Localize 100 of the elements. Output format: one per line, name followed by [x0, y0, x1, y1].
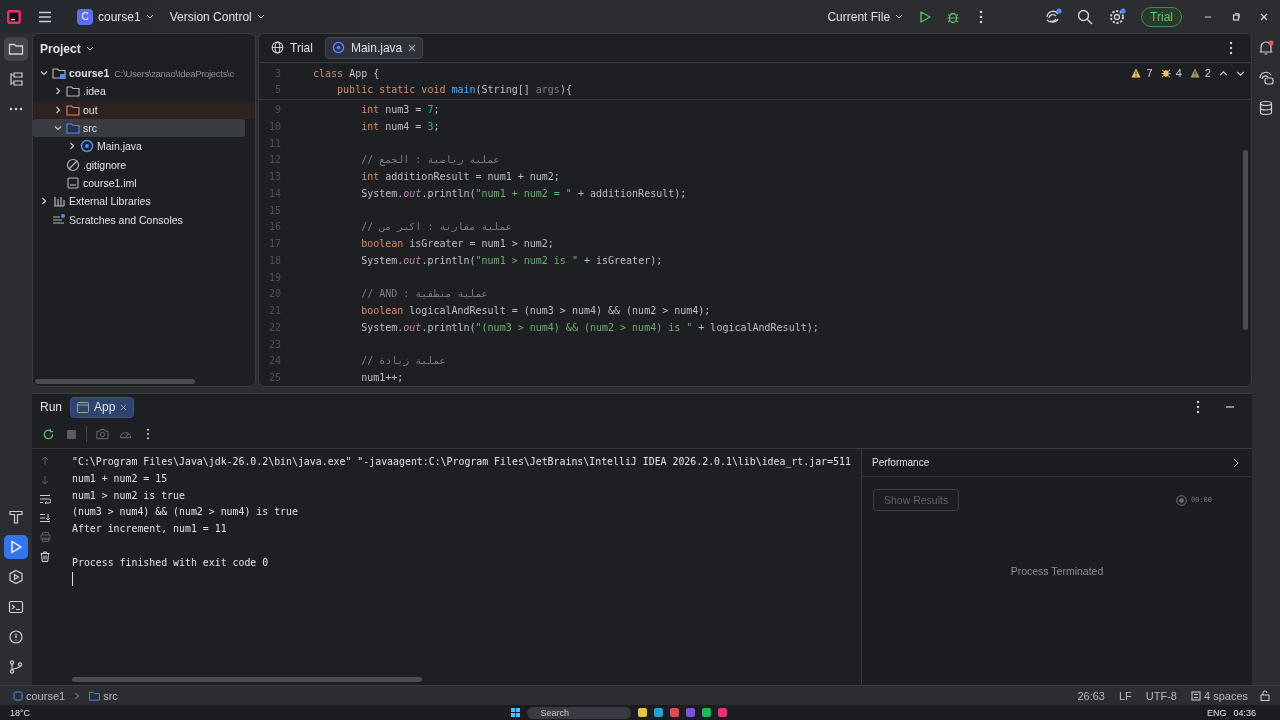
breadcrumb[interactable]: course1: [10, 689, 69, 702]
console-output-line: "C:\Program Files\Java\jdk-26.0.2\bin\java.exe" "-javaagent:C:\Program Files\JetBrains\IntelliJ IDEA 2026.2.0.1\lib\idea_rt.jar=511: [72, 455, 852, 470]
status-item[interactable]: 26:63: [1077, 689, 1105, 702]
chevron-down-icon[interactable]: [895, 13, 904, 20]
app-logo-icon: [7, 9, 21, 24]
java-class-icon: [331, 41, 345, 55]
folder-icon[interactable]: [4, 37, 28, 61]
project-view-selector[interactable]: Project: [33, 36, 101, 62]
code-line: // عملية رياضية : الجمع: [360, 154, 500, 166]
folder-icon: [66, 121, 80, 136]
code-line: System.out.println("num1 > num2 is " + isGreater);: [360, 254, 663, 266]
panel-title: Run: [40, 400, 62, 414]
scratches-icon: [52, 212, 66, 227]
file-icon: [66, 175, 80, 190]
window-icon: [77, 401, 89, 413]
up-arrow-icon[interactable]: [40, 456, 50, 466]
chevron-icon[interactable]: [54, 87, 62, 96]
scrollbar[interactable]: [72, 677, 422, 682]
tree-item[interactable]: course1 C:\Users\zanao\IdeaProjects\c: [33, 64, 245, 83]
editor-tab[interactable]: Trial: [265, 36, 319, 59]
code-line: int additionResult = num1 + num2;: [360, 171, 560, 183]
code-line: boolean isGreater = num1 > num2;: [360, 238, 554, 250]
previous-icon[interactable]: [1219, 68, 1228, 78]
tree-item[interactable]: .gitignore: [33, 155, 245, 174]
close-icon[interactable]: [120, 403, 128, 411]
console-output-line: After increment, num1 = 11: [72, 522, 228, 536]
code-line: boolean logicalAndResult = (num3 > num4) && (num2 > num4);: [360, 305, 711, 317]
next-icon[interactable]: [1236, 68, 1245, 78]
code-line: // AND : عملية منطقية: [360, 288, 488, 300]
warning-count[interactable]: 7: [1131, 67, 1153, 80]
status-item[interactable]: 4 spaces: [1190, 689, 1248, 702]
trial-button[interactable]: Trial: [1141, 6, 1182, 27]
console-output-line: num1 > num2 is true: [72, 488, 186, 503]
console-output-line: (num3 > num4) && (num2 > num4) is true: [72, 505, 299, 520]
code-line: class App {: [313, 67, 380, 79]
folder-icon: [66, 102, 80, 117]
text-cursor: [72, 572, 73, 587]
run-tab[interactable]: App: [70, 396, 135, 418]
chevron-right-icon[interactable]: [1232, 457, 1240, 468]
code-line: num1++;: [360, 372, 404, 384]
editor-tab[interactable]: Main.java: [324, 36, 424, 59]
indent-icon: [1190, 690, 1201, 701]
tree-item[interactable]: Scratches and Consoles: [33, 210, 245, 229]
chevron-down-icon[interactable]: [256, 13, 265, 20]
down-arrow-icon[interactable]: [40, 475, 50, 485]
module-icon: [13, 690, 23, 701]
status-message: Process Terminated: [1009, 565, 1105, 577]
chevron-icon[interactable]: [40, 69, 48, 78]
status-item[interactable]: UTF-8: [1145, 689, 1177, 702]
panel-title: Performance: [872, 457, 930, 468]
folder-icon: [52, 66, 66, 81]
code-line: int num4 = 3;: [360, 120, 440, 132]
globe-icon: [271, 41, 284, 55]
print-icon[interactable]: [39, 532, 51, 542]
tree-item[interactable]: External Libraries: [33, 192, 245, 211]
tree-item[interactable]: course1.iml: [33, 173, 245, 193]
windows-start-icon[interactable]: [510, 708, 520, 717]
search-field[interactable]: Search: [526, 706, 631, 719]
tree-item[interactable]: Main.java: [33, 137, 245, 156]
code-line: // عملية زيادة: [360, 355, 446, 367]
chevron-down-icon[interactable]: [85, 46, 94, 52]
trash-icon[interactable]: [40, 551, 50, 562]
chevron-right-icon: [74, 691, 81, 700]
ignore-file-icon: [66, 157, 80, 172]
clock[interactable]: 04:36: [1233, 706, 1256, 719]
java-class-icon: [80, 139, 94, 154]
record-icon: [1175, 494, 1187, 506]
run-config-selector[interactable]: Current File: [821, 3, 910, 30]
tree-item[interactable]: out: [33, 100, 255, 119]
scroll-to-end-icon[interactable]: [39, 513, 51, 523]
scrollbar[interactable]: [1243, 150, 1248, 331]
library-icon: [52, 194, 66, 209]
lock-icon[interactable]: [1260, 690, 1270, 701]
chevron-down-icon[interactable]: [145, 13, 154, 20]
code-line: int num3 = 7;: [360, 104, 440, 116]
soft-wrap-icon[interactable]: [39, 494, 51, 504]
chevron-icon[interactable]: [40, 197, 48, 206]
folder-icon: [66, 84, 80, 99]
vcs-menu[interactable]: Version Control: [163, 3, 271, 30]
bug-count[interactable]: 4: [1160, 67, 1182, 80]
code-line: // عملية مقارنة : اكبر من: [360, 221, 512, 233]
run-icon[interactable]: [4, 535, 28, 559]
close-icon[interactable]: [408, 43, 417, 52]
chevron-icon[interactable]: [68, 142, 76, 151]
tree-item[interactable]: .idea: [33, 82, 245, 101]
weak-warning-count[interactable]: 2: [1189, 67, 1211, 80]
code-line: public static void main(String[] args){: [336, 84, 572, 96]
language-indicator[interactable]: ENG: [1206, 706, 1227, 719]
breadcrumb[interactable]: src: [86, 689, 121, 702]
status-item[interactable]: LF: [1118, 689, 1132, 702]
project-switcher[interactable]: C course1: [71, 3, 160, 30]
chevron-icon[interactable]: [54, 124, 62, 133]
weather-text[interactable]: 18°C: [10, 706, 31, 719]
code-line: System.out.println("num1 + num2 = " + additionResult);: [360, 187, 687, 199]
scrollbar[interactable]: [35, 379, 195, 384]
code-line: System.out.println("(num3 > num4) && (num2 > num4) is " + logicalAndResult);: [360, 321, 819, 333]
chevron-icon[interactable]: [54, 105, 62, 114]
console-output-line: num1 + num2 = 15: [72, 471, 169, 486]
folder-icon: [89, 690, 101, 701]
console-output-line: Process finished with exit code 0: [72, 555, 270, 570]
